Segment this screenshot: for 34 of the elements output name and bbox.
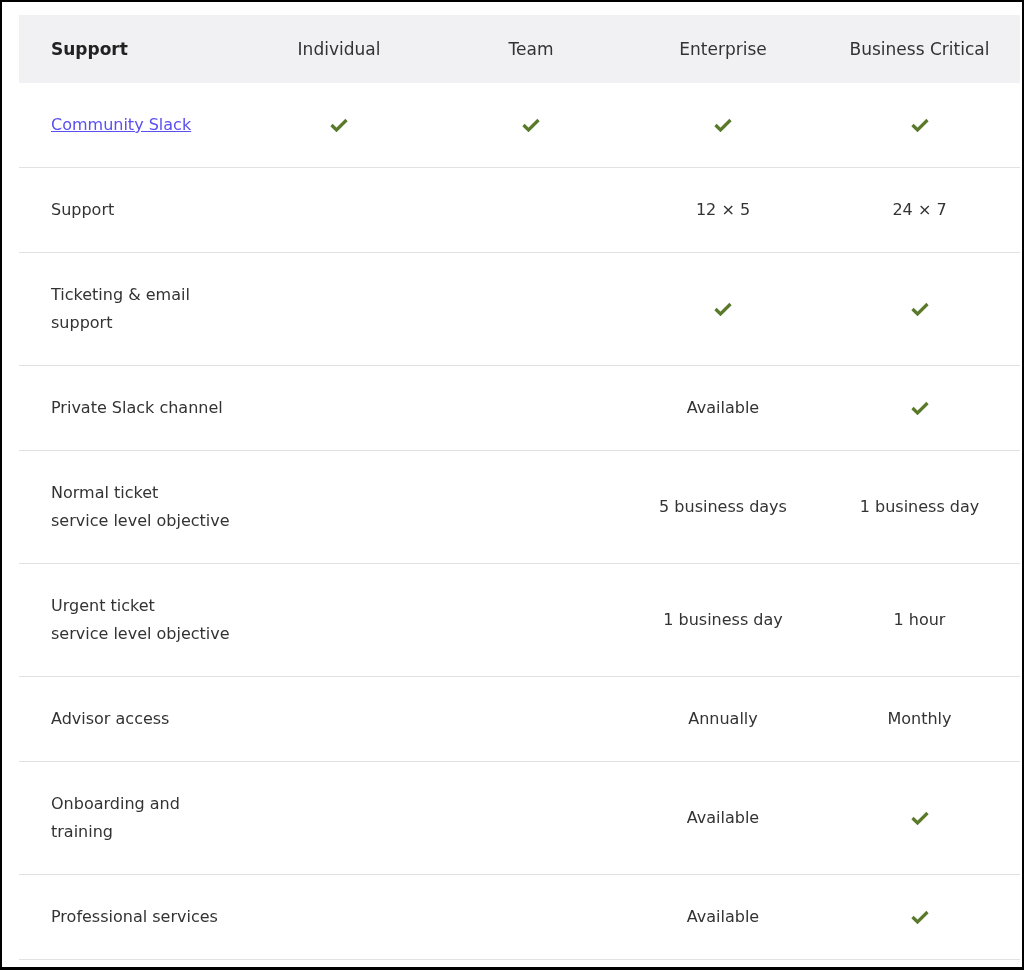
table-cell-text: 12 × 5 bbox=[695, 199, 751, 221]
row-label: Ticketing & email support bbox=[51, 284, 190, 334]
column-header: Enterprise bbox=[627, 15, 819, 83]
row-label: Urgent ticket service level objective bbox=[51, 595, 230, 645]
check-icon bbox=[910, 302, 929, 316]
check-icon bbox=[910, 910, 929, 924]
column-header: Team bbox=[435, 15, 627, 83]
table-cell-text: Available bbox=[686, 397, 760, 419]
row-label: Professional services bbox=[51, 906, 218, 928]
check-icon bbox=[910, 118, 929, 132]
column-header: Individual bbox=[243, 15, 435, 83]
column-header: Business Critical bbox=[819, 15, 1020, 83]
table-cell-text: Monthly bbox=[887, 708, 952, 730]
table-cell-text: Available bbox=[686, 906, 760, 928]
row-label-link[interactable]: Community Slack bbox=[51, 111, 192, 139]
check-icon bbox=[522, 118, 540, 132]
check-icon bbox=[330, 118, 348, 132]
check-icon bbox=[910, 401, 929, 415]
check-icon bbox=[910, 811, 929, 825]
table-cell-text: 5 business days bbox=[659, 496, 787, 518]
table-cell-text: 24 × 7 bbox=[892, 199, 947, 221]
table-cell-text: 1 hour bbox=[893, 609, 946, 631]
table-cell-text: 1 business day bbox=[663, 609, 783, 631]
check-icon bbox=[714, 302, 732, 316]
row-label: Support bbox=[51, 199, 115, 221]
column-header: Support bbox=[19, 15, 243, 83]
row-label: Private Slack channel bbox=[51, 397, 223, 419]
table-cell-text: Annually bbox=[688, 708, 758, 730]
check-icon bbox=[714, 118, 732, 132]
row-label: Onboarding and training bbox=[51, 793, 180, 843]
table-cell-text: 1 business day bbox=[859, 496, 980, 518]
table-cell-text: Available bbox=[686, 807, 760, 829]
row-label: Normal ticket service level objective bbox=[51, 482, 230, 532]
row-label: Advisor access bbox=[51, 708, 170, 730]
